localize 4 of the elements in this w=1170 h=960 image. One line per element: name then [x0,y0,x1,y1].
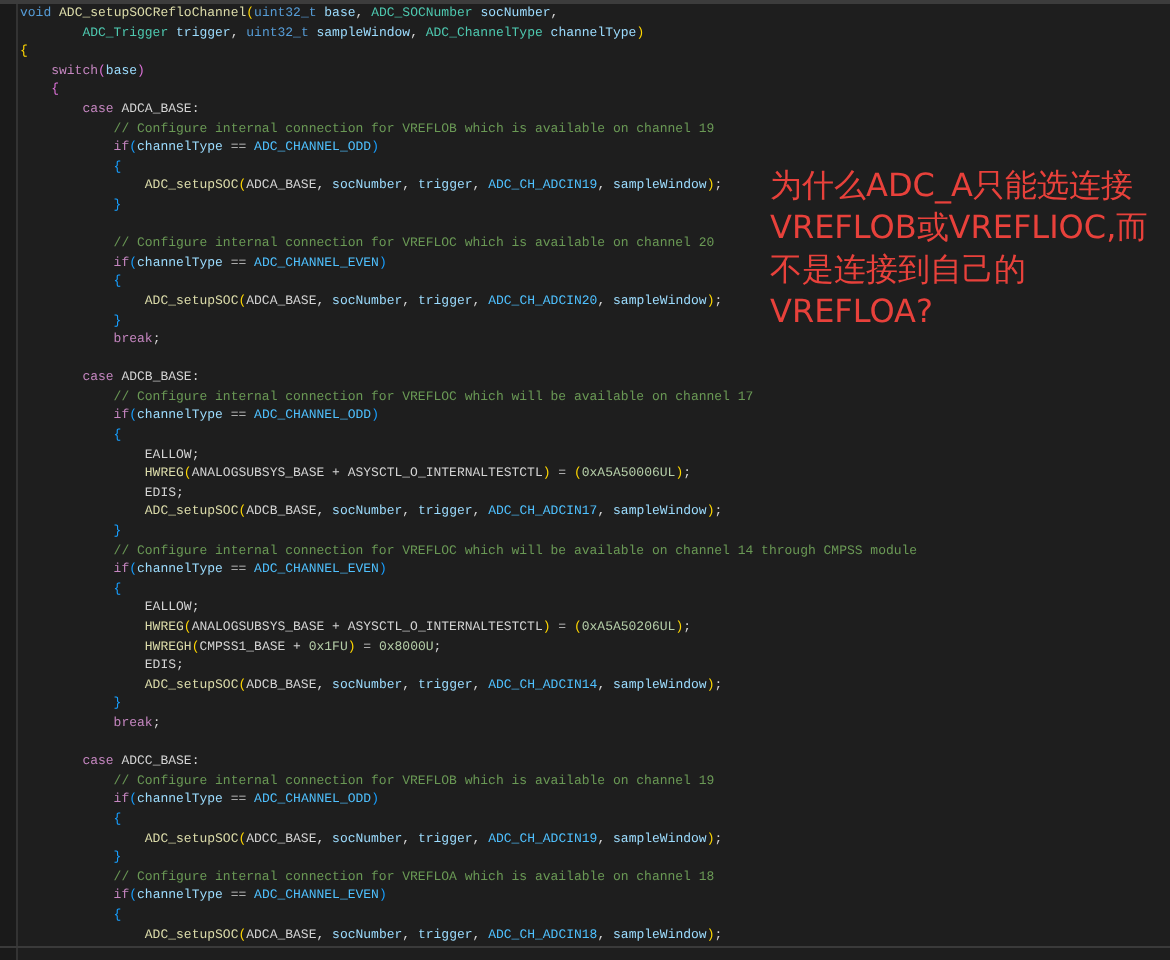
annotation-text: 不是连接到自己的 [770,248,1026,290]
annotation-text: VREFLOB或VREFLIOC,而 [770,206,1149,248]
annotation-text: 为什么ADC_A只能选连接 [770,164,1133,206]
annotation-text: VREFLOA? [770,290,933,332]
